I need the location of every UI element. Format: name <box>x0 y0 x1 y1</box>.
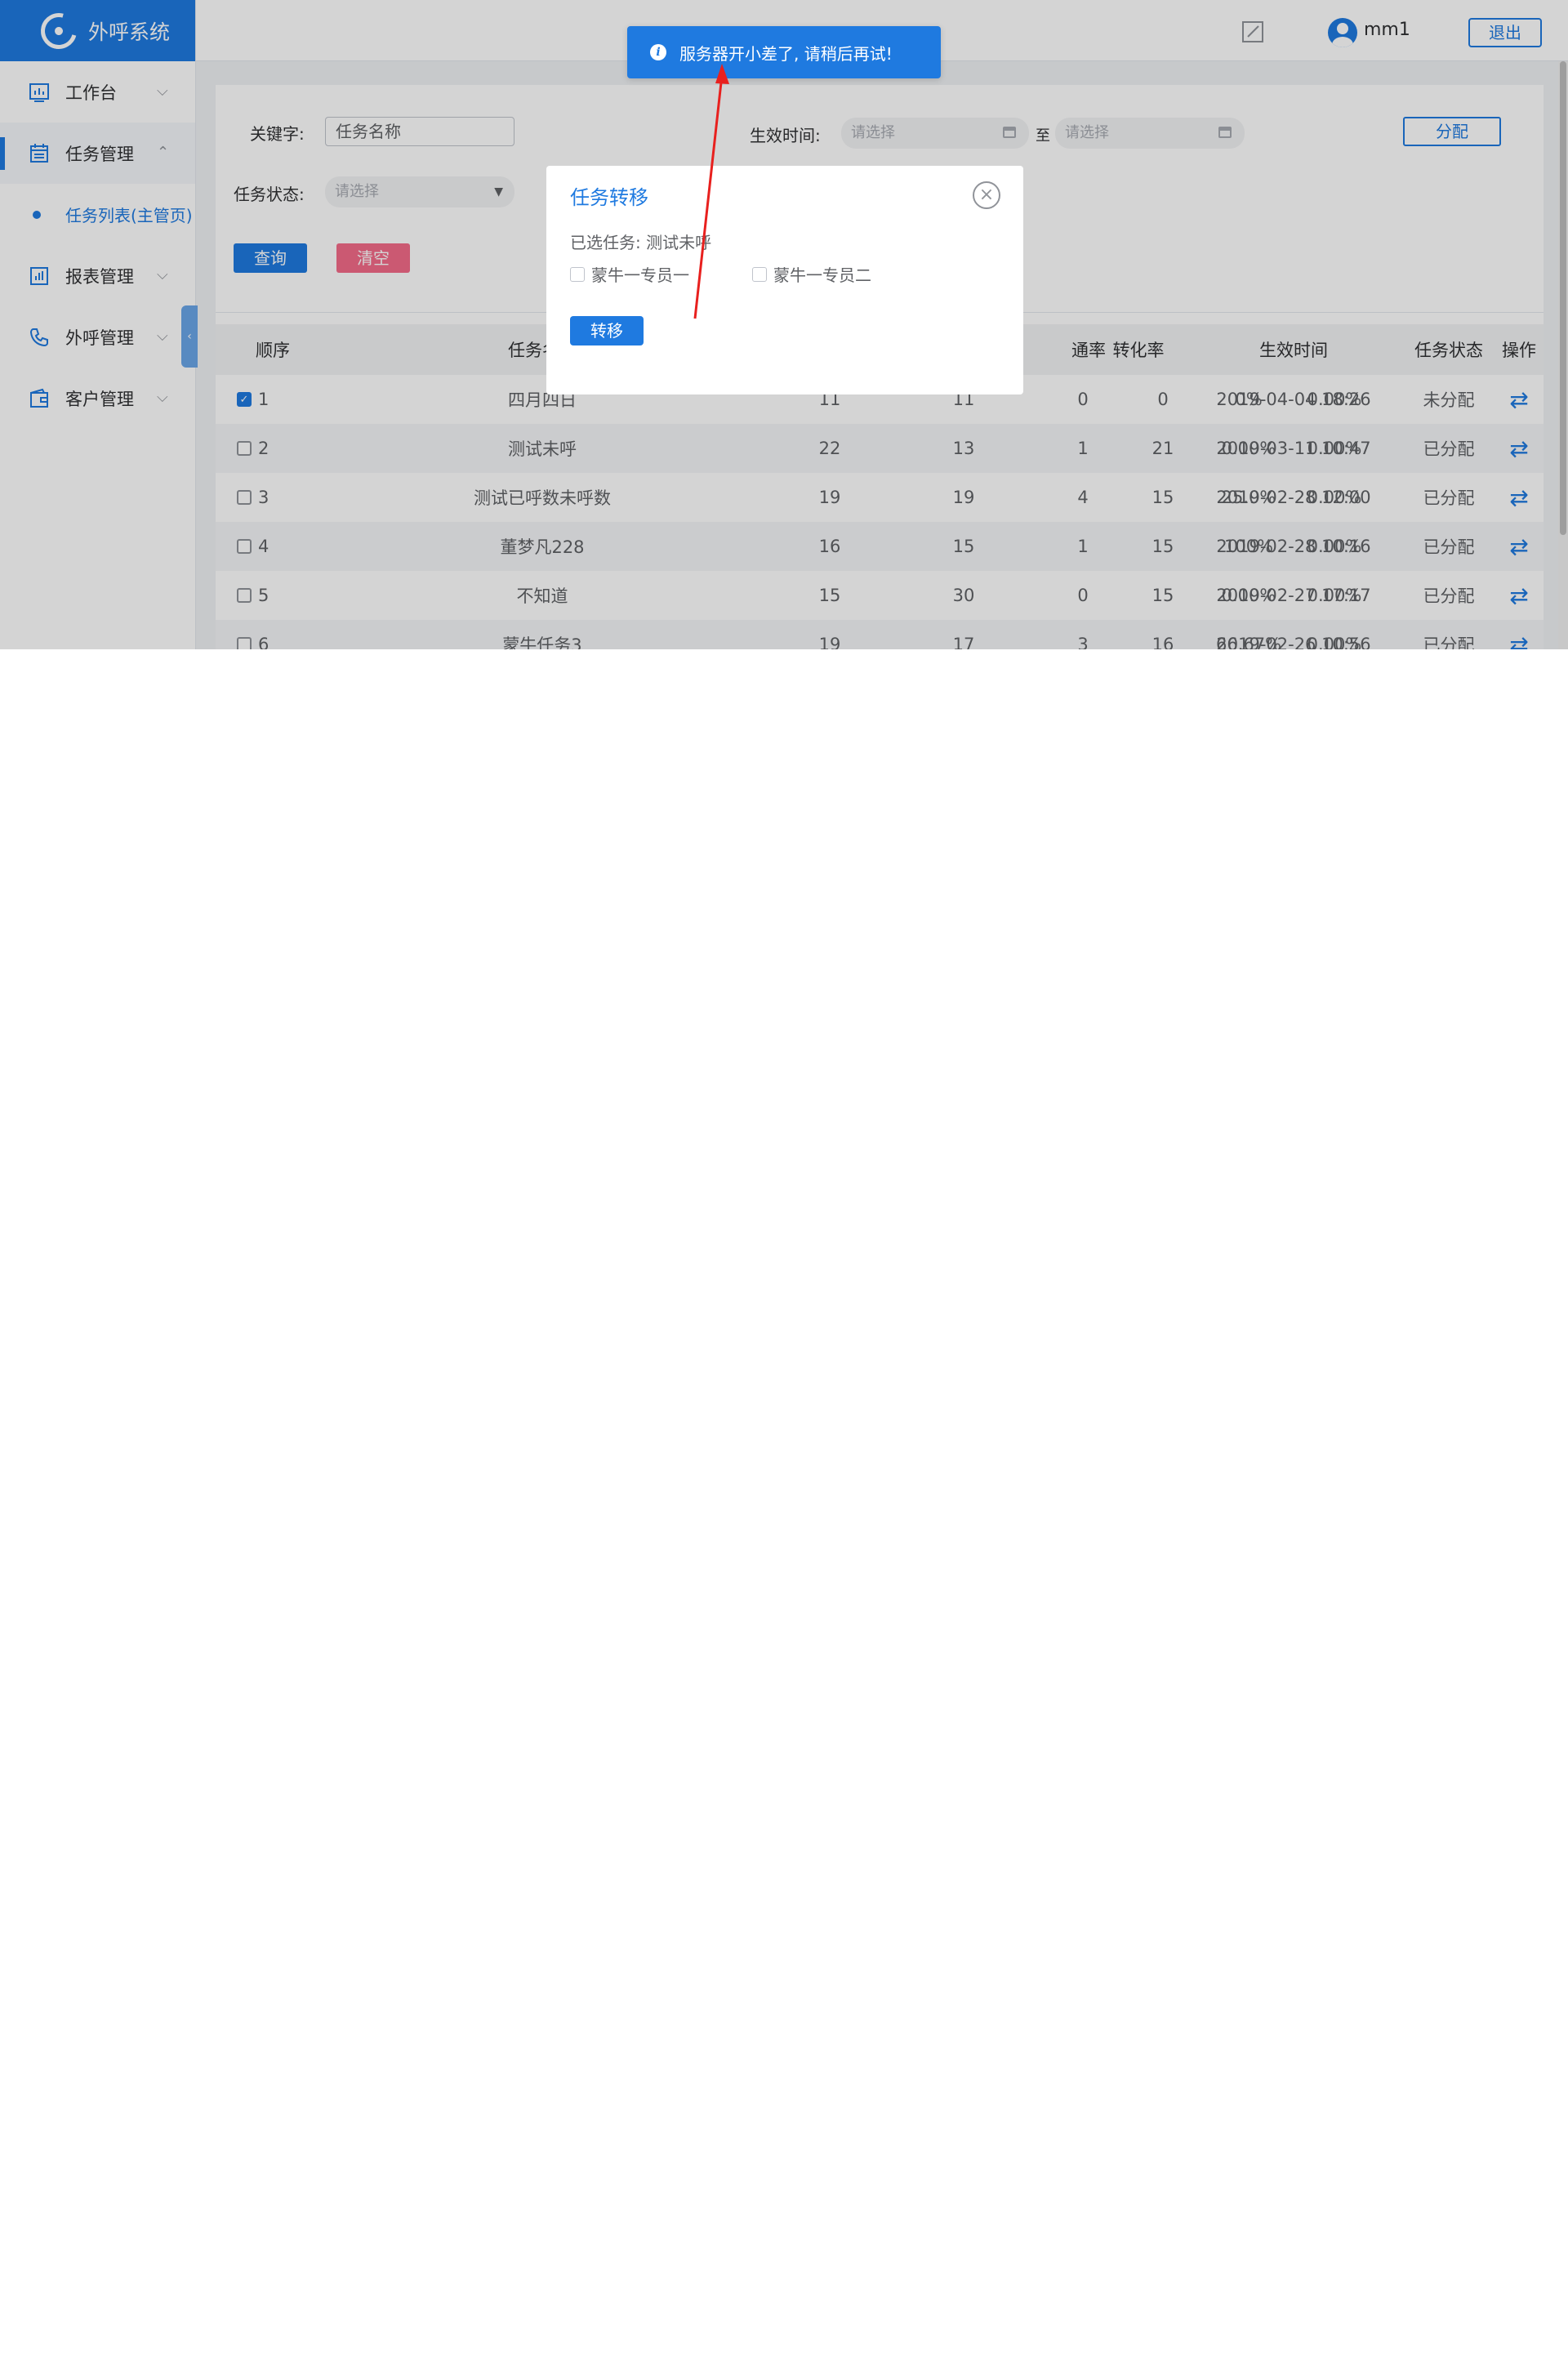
agent-option-2[interactable]: 蒙牛一专员二 <box>752 262 871 286</box>
info-icon: i <box>650 44 666 60</box>
agent-option-label: 蒙牛一专员一 <box>591 265 689 285</box>
task-transfer-dialog: 任务转移 × 已选任务: 测试未呼 蒙牛一专员一 蒙牛一专员二 转移 <box>546 166 1023 394</box>
toast-message: 服务器开小差了, 请稍后再试! <box>679 43 893 64</box>
checkbox[interactable] <box>570 266 585 282</box>
dialog-title: 任务转移 <box>570 186 648 209</box>
app-frame: 外呼系统 工作台 ⌵ 任务管理 ⌃ 任务列表(主管页) 报表管理 ⌵ 外呼管理 … <box>0 0 1568 649</box>
checkbox[interactable] <box>752 266 767 282</box>
selected-task-text: 已选任务: 测试未呼 <box>570 233 712 252</box>
close-icon[interactable]: × <box>973 181 1000 209</box>
error-toast: i 服务器开小差了, 请稍后再试! <box>627 26 941 78</box>
agent-option-1[interactable]: 蒙牛一专员一 <box>570 262 689 286</box>
transfer-button[interactable]: 转移 <box>570 316 644 345</box>
agent-option-label: 蒙牛一专员二 <box>773 265 871 285</box>
